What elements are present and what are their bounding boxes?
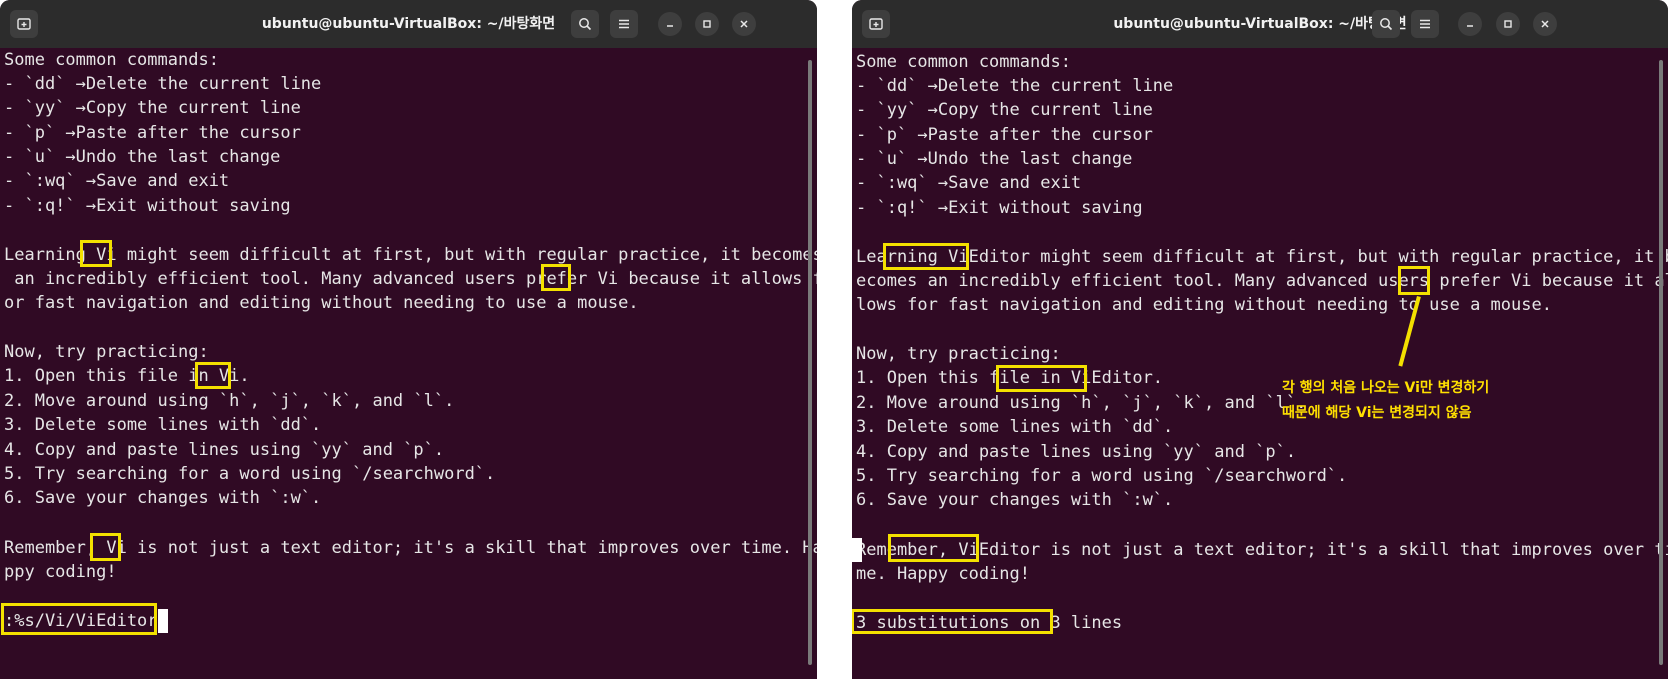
text-line: Learning ViEditor might seem difficult a… [856,247,1668,267]
text-line: - `p` →Paste after the cursor [856,125,1153,145]
minimize-icon[interactable] [658,12,682,36]
text-line: ecomes an incredibly efficient tool. Man… [856,271,1668,291]
highlight-box [852,609,1053,634]
highlight-box [883,243,969,270]
text-line: Some common commands: [4,50,219,70]
text-line: - `:wq` →Save and exit [4,171,230,191]
text-line: - `dd` →Delete the current line [856,76,1174,96]
text-line: - `u` →Undo the last change [856,149,1133,169]
minimize-icon[interactable] [1458,12,1482,36]
title-bar: ubuntu@ubuntu-VirtualBox: ~/바탕화면 [852,0,1668,48]
search-icon[interactable] [571,10,599,38]
menu-icon[interactable] [610,10,638,38]
highlight-box [996,365,1087,392]
highlight-box [195,362,231,389]
title-bar: ubuntu@ubuntu-VirtualBox: ~/바탕화면 [0,0,817,48]
text-line: - `:q!` →Exit without saving [4,196,291,216]
text-line: - `p` →Paste after the cursor [4,123,301,143]
text-line: 3. Delete some lines with `dd`. [4,415,322,435]
text-line: lows for fast navigation and editing wit… [856,295,1552,315]
text-line: Now, try practicing: [856,344,1061,364]
text-line: - `:q!` →Exit without saving [856,198,1143,218]
annotation-line-2: 때문에 해당 Vi는 변경되지 않음 [1282,405,1472,421]
text-line: 3. Delete some lines with `dd`. [856,417,1174,437]
text-line: ppy coding! [4,562,117,582]
text-line: - `yy` →Copy the current line [4,98,301,118]
maximize-icon[interactable] [695,12,719,36]
highlight-box [1398,266,1430,295]
text-line: - `yy` →Copy the current line [856,100,1153,120]
highlight-box [80,240,112,267]
highlight-box [1,603,157,635]
text-line: - `:wq` →Save and exit [856,173,1082,193]
maximize-icon[interactable] [1496,12,1520,36]
text-line: 2. Move around using `h`, `j`, `k`, and … [4,391,455,411]
highlight-box [541,264,571,291]
text-line: Remember, Vi is not just a text editor; … [4,538,817,558]
text-line: 4. Copy and paste lines using `yy` and `… [4,440,445,460]
text-line: Now, try practicing: [4,342,209,362]
scrollbar[interactable] [808,60,812,665]
text-cursor [852,538,862,562]
terminal-window-right: ubuntu@ubuntu-VirtualBox: ~/바탕화면 Some co… [852,0,1668,679]
text-line: 5. Try searching for a word using `/sear… [4,464,496,484]
text-line: or fast navigation and editing without n… [4,293,639,313]
text-cursor [157,609,168,633]
close-icon[interactable] [732,12,756,36]
text-line: 4. Copy and paste lines using `yy` and `… [856,442,1297,462]
text-line: 6. Save your changes with `:w`. [4,488,322,508]
text-line: - `u` →Undo the last change [4,147,281,167]
text-line: - `dd` →Delete the current line [4,74,322,94]
menu-icon[interactable] [1411,10,1439,38]
terminal-content[interactable]: Some common commands: - `dd` →Delete the… [0,48,817,679]
text-line: 2. Move around using `h`, `j`, `k`, and … [856,393,1307,413]
text-line: 5. Try searching for a word using `/sear… [856,466,1348,486]
text-line: Learning Vi might seem difficult at firs… [4,245,817,265]
text-line: 6. Save your changes with `:w`. [856,490,1174,510]
scrollbar[interactable] [1659,60,1663,665]
highlight-box [90,533,121,561]
search-icon[interactable] [1372,10,1400,38]
close-icon[interactable] [1533,12,1557,36]
text-line: an incredibly efficient tool. Many advan… [4,269,817,289]
text-line: me. Happy coding! [856,564,1030,584]
text-line: Some common commands: [856,52,1071,72]
terminal-content[interactable]: Some common commands: - `dd` →Delete the… [852,48,1668,679]
annotation-line-1: 각 행의 처음 나오는 Vi만 변경하기 [1282,380,1490,396]
terminal-window-left: ubuntu@ubuntu-VirtualBox: ~/바탕화면 Some co… [0,0,817,679]
highlight-box [888,534,979,562]
